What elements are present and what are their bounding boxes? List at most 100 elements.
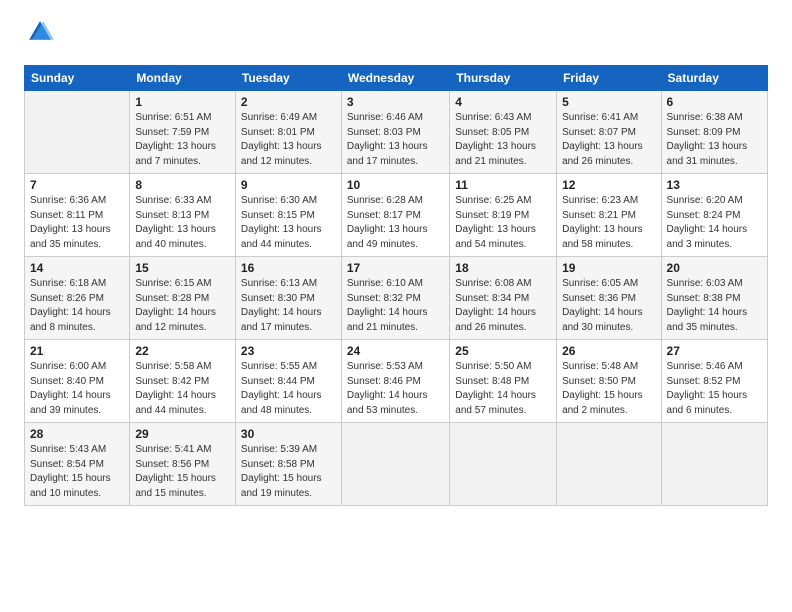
sunset: Sunset: 8:09 PM	[667, 127, 741, 138]
day-number: 4	[455, 95, 551, 109]
day-info: Sunrise: 6:13 AMSunset: 8:30 PMDaylight:…	[241, 277, 336, 335]
daylight: Daylight: 14 hours and 3 minutes.	[667, 224, 748, 250]
sunset: Sunset: 8:58 PM	[241, 459, 315, 470]
sunrise: Sunrise: 5:39 AM	[241, 444, 317, 455]
sunset: Sunset: 8:36 PM	[562, 293, 636, 304]
sunrise: Sunrise: 6:25 AM	[455, 195, 531, 206]
day-number: 27	[667, 344, 762, 358]
sunset: Sunset: 8:19 PM	[455, 210, 529, 221]
day-number: 14	[30, 261, 124, 275]
daylight: Daylight: 13 hours and 40 minutes.	[135, 224, 216, 250]
day-info: Sunrise: 6:20 AMSunset: 8:24 PMDaylight:…	[667, 194, 762, 252]
sunrise: Sunrise: 6:03 AM	[667, 278, 743, 289]
day-number: 17	[347, 261, 444, 275]
daylight: Daylight: 13 hours and 12 minutes.	[241, 141, 322, 167]
day-number: 2	[241, 95, 336, 109]
day-number: 23	[241, 344, 336, 358]
day-number: 28	[30, 427, 124, 441]
sunset: Sunset: 8:52 PM	[667, 376, 741, 387]
day-info: Sunrise: 6:41 AMSunset: 8:07 PMDaylight:…	[562, 111, 655, 169]
day-info: Sunrise: 6:05 AM Sunset: 8:36 PM Daylight:…	[562, 277, 655, 335]
day-info: Sunrise: 5:50 AMSunset: 8:48 PMDaylight:…	[455, 360, 551, 418]
daylight: Daylight: 13 hours and 21 minutes.	[455, 141, 536, 167]
sunrise: Sunrise: 5:48 AM	[562, 361, 638, 372]
day-number: 6	[667, 95, 762, 109]
day-info: Sunrise: 6:23 AMSunset: 8:21 PMDaylight:…	[562, 194, 655, 252]
sunset: Sunset: 8:17 PM	[347, 210, 421, 221]
daylight: Daylight: 15 hours and 15 minutes.	[135, 473, 216, 499]
logo-icon	[26, 18, 54, 46]
calendar-cell	[341, 423, 449, 506]
sunset: Sunset: 8:34 PM	[455, 293, 529, 304]
sunrise: Sunrise: 6:18 AM	[30, 278, 106, 289]
calendar-cell: 9Sunrise: 6:30 AMSunset: 8:15 PMDaylight…	[235, 174, 341, 257]
day-number: 25	[455, 344, 551, 358]
sunset: Sunset: 8:15 PM	[241, 210, 315, 221]
day-number: 20	[667, 261, 762, 275]
calendar-cell: 13 Sunrise: 6:20 AMSunset: 8:24 PMDayligh…	[661, 174, 767, 257]
day-number: 16	[241, 261, 336, 275]
calendar-week-row: 7Sunrise: 6:36 AMSunset: 8:11 PMDaylight…	[25, 174, 768, 257]
sunrise: Sunrise: 6:49 AM	[241, 112, 317, 123]
day-number: 7	[30, 178, 124, 192]
page: SundayMondayTuesdayWednesdayThursdayFrid…	[0, 0, 792, 612]
calendar-week-row: 21Sunrise: 6:00 AMSunset: 8:40 PMDayligh…	[25, 340, 768, 423]
daylight: Daylight: 14 hours and 17 minutes.	[241, 307, 322, 333]
sunrise: Sunrise: 6:33 AM	[135, 195, 211, 206]
sunset: Sunset: 8:30 PM	[241, 293, 315, 304]
day-info: Sunrise: 5:55 AMSunset: 8:44 PMDaylight:…	[241, 360, 336, 418]
calendar-week-row: 14Sunrise: 6:18 AMSunset: 8:26 PMDayligh…	[25, 257, 768, 340]
day-number: 8	[135, 178, 230, 192]
day-info: Sunrise: 5:43 AMSunset: 8:54 PMDaylight:…	[30, 443, 124, 501]
calendar-cell: 2Sunrise: 6:49 AMSunset: 8:01 PMDaylight…	[235, 91, 341, 174]
day-info: Sunrise: 6:43 AM Sunset: 8:05 PM Daylight:…	[455, 111, 551, 169]
sunrise: Sunrise: 6:05 AM	[562, 278, 638, 289]
sunrise: Sunrise: 5:46 AM	[667, 361, 743, 372]
daylight: Daylight: 15 hours and 2 minutes.	[562, 390, 643, 416]
day-info: Sunrise: 5:46 AM Sunset: 8:52 PM Daylight:…	[667, 360, 762, 418]
calendar-week-row: 28 Sunrise: 5:43 AMSunset: 8:54 PMDayligh…	[25, 423, 768, 506]
day-info: Sunrise: 6:46 AMSunset: 8:03 PMDaylight:…	[347, 111, 444, 169]
day-number: 18	[455, 261, 551, 275]
day-info: Sunrise: 5:58 AMSunset: 8:42 PMDaylight:…	[135, 360, 230, 418]
sunset: Sunset: 8:48 PM	[455, 376, 529, 387]
daylight: Daylight: 14 hours and 30 minutes.	[562, 307, 643, 333]
sunset: Sunset: 8:21 PM	[562, 210, 636, 221]
day-number: 13	[667, 178, 762, 192]
day-number: 29	[135, 427, 230, 441]
sunrise: Sunrise: 5:55 AM	[241, 361, 317, 372]
sunset: Sunset: 8:05 PM	[455, 127, 529, 138]
sunset: Sunset: 8:24 PM	[667, 210, 741, 221]
calendar-cell: 24Sunrise: 5:53 AMSunset: 8:46 PMDayligh…	[341, 340, 449, 423]
sunrise: Sunrise: 6:28 AM	[347, 195, 423, 206]
col-header-thursday: Thursday	[450, 66, 557, 91]
col-header-monday: Monday	[130, 66, 236, 91]
sunrise: Sunrise: 6:43 AM	[455, 112, 531, 123]
day-info: Sunrise: 5:41 AMSunset: 8:56 PMDaylight:…	[135, 443, 230, 501]
daylight: Daylight: 14 hours and 26 minutes.	[455, 307, 536, 333]
daylight: Daylight: 15 hours and 10 minutes.	[30, 473, 111, 499]
col-header-saturday: Saturday	[661, 66, 767, 91]
daylight: Daylight: 15 hours and 6 minutes.	[667, 390, 748, 416]
sunrise: Sunrise: 6:10 AM	[347, 278, 423, 289]
calendar-week-row: 1Sunrise: 6:51 AMSunset: 7:59 PMDaylight…	[25, 91, 768, 174]
logo	[24, 18, 54, 51]
sunrise: Sunrise: 6:51 AM	[135, 112, 211, 123]
day-number: 5	[562, 95, 655, 109]
sunrise: Sunrise: 6:36 AM	[30, 195, 106, 206]
daylight: Daylight: 14 hours and 35 minutes.	[667, 307, 748, 333]
day-number: 15	[135, 261, 230, 275]
sunrise: Sunrise: 5:58 AM	[135, 361, 211, 372]
calendar-cell: 1Sunrise: 6:51 AMSunset: 7:59 PMDaylight…	[130, 91, 236, 174]
col-header-tuesday: Tuesday	[235, 66, 341, 91]
sunrise: Sunrise: 6:38 AM	[667, 112, 743, 123]
daylight: Daylight: 13 hours and 54 minutes.	[455, 224, 536, 250]
day-number: 26	[562, 344, 655, 358]
daylight: Daylight: 14 hours and 53 minutes.	[347, 390, 428, 416]
sunset: Sunset: 8:56 PM	[135, 459, 209, 470]
day-info: Sunrise: 6:30 AMSunset: 8:15 PMDaylight:…	[241, 194, 336, 252]
calendar-cell: 25 Sunrise: 5:50 AMSunset: 8:48 PMDayligh…	[450, 340, 557, 423]
calendar-cell: 6Sunrise: 6:38 AMSunset: 8:09 PMDaylight…	[661, 91, 767, 174]
calendar-cell	[25, 91, 130, 174]
sunrise: Sunrise: 6:46 AM	[347, 112, 423, 123]
